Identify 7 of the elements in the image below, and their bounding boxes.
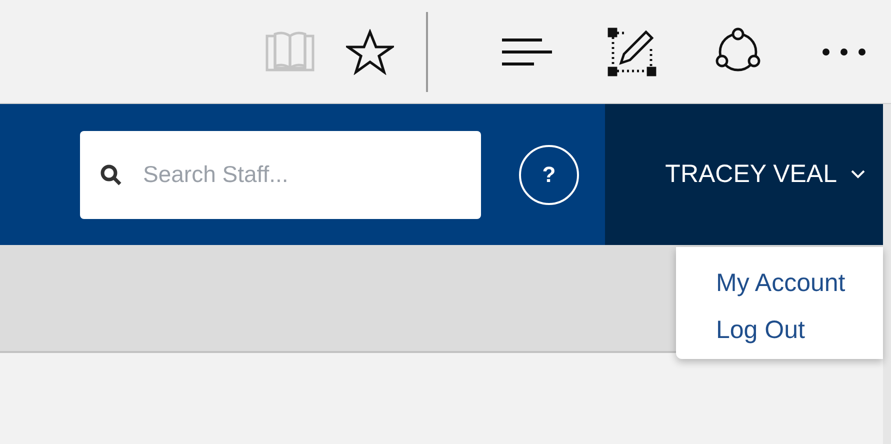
user-menu-button[interactable]: TRACEY VEAL [665, 160, 865, 189]
menu-item[interactable]: My Account [716, 269, 883, 298]
search-icon [100, 164, 122, 186]
help-button[interactable]: ? [519, 144, 579, 204]
chevron-icon [851, 170, 865, 179]
search-field[interactable]: Search Staff... [80, 130, 481, 218]
menu-item[interactable]: Log Out [716, 316, 883, 345]
